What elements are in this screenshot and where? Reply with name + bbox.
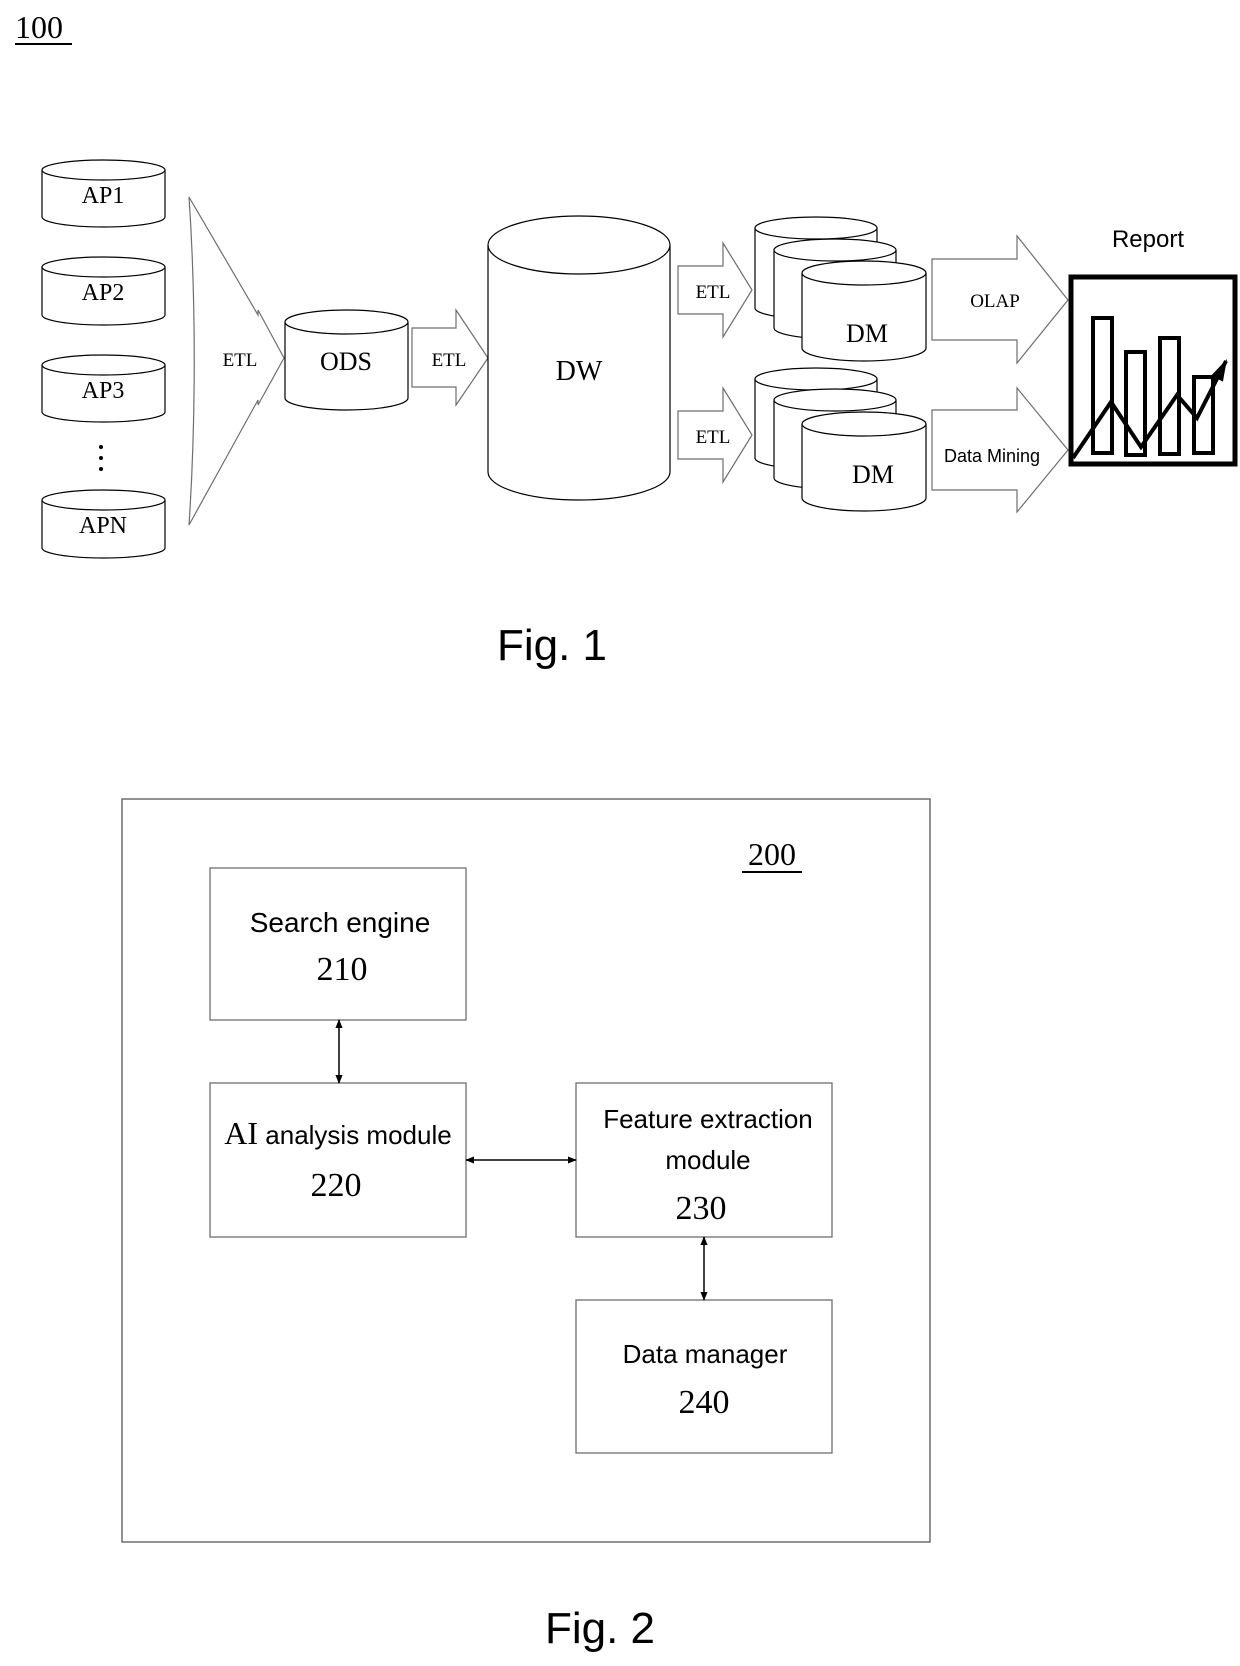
source-label: APN xyxy=(79,513,127,539)
module-number: 230 xyxy=(676,1190,727,1227)
module-name-line-1: Feature extraction xyxy=(603,1104,813,1134)
figure-1-caption: Fig. 1 xyxy=(497,621,607,670)
module-number: 220 xyxy=(311,1167,362,1204)
figure-1-reference-number: 100 xyxy=(15,9,63,45)
etl-label: ETL xyxy=(696,282,731,303)
module-name: AI analysis module xyxy=(224,1115,451,1151)
source-label: AP2 xyxy=(82,280,125,306)
source-label: AP3 xyxy=(82,378,125,404)
etl-arrow-dw-to-dm-bottom: ETL xyxy=(677,385,753,485)
data-mining-label: Data Mining xyxy=(944,446,1040,466)
report: Report xyxy=(1068,226,1238,467)
ods-label: ODS xyxy=(320,347,372,376)
etl-label: ETL xyxy=(432,350,467,371)
olap-arrow: OLAP xyxy=(931,234,1069,365)
source-label: AP1 xyxy=(82,183,125,209)
module-name: Data manager xyxy=(623,1339,788,1369)
etl-label: ETL xyxy=(696,427,731,448)
feature-extraction-module: Feature extraction module 230 xyxy=(575,1082,833,1238)
figure-2-reference-number: 200 xyxy=(748,836,796,872)
module-number: 240 xyxy=(679,1384,730,1421)
patent-drawing-sheet: 100 AP1 AP2 AP3 APN ETL ODS ETL DW ETL E… xyxy=(15,9,1238,1653)
dm-label: DM xyxy=(852,460,894,489)
module-name-line-2: module xyxy=(665,1145,750,1175)
data-warehouse: DW xyxy=(487,215,671,501)
dw-label: DW xyxy=(556,356,603,387)
search-engine-module: Search engine 210 xyxy=(209,867,467,1021)
etl-label: ETL xyxy=(223,350,258,371)
source-database-ap1: AP1 xyxy=(41,159,166,228)
bar-chart-with-trend-arrow-icon xyxy=(1068,274,1238,467)
olap-label: OLAP xyxy=(970,291,1020,312)
ods-database: ODS xyxy=(284,309,409,411)
figure-1: 100 AP1 AP2 AP3 APN ETL ODS ETL DW ETL E… xyxy=(15,9,1238,670)
etl-funnel-arrow: ETL xyxy=(188,196,285,526)
source-database-ap3: AP3 xyxy=(41,354,166,423)
data-mart-stack-top: DM xyxy=(754,216,927,362)
data-mart-stack-bottom: DM xyxy=(754,367,927,512)
figure-2: 200 Search engine 210 AI analysis module… xyxy=(121,798,931,1653)
source-database-apn: APN xyxy=(41,489,166,559)
module-name: Search engine xyxy=(250,907,431,938)
etl-arrow-dw-to-dm-top: ETL xyxy=(677,240,753,340)
source-database-ap2: AP2 xyxy=(41,256,166,326)
dm-label: DM xyxy=(846,319,888,348)
etl-arrow-ods-to-dw: ETL xyxy=(411,308,489,407)
figure-2-caption: Fig. 2 xyxy=(545,1604,655,1653)
ai-analysis-module: AI analysis module 220 xyxy=(209,1082,467,1238)
module-number: 210 xyxy=(317,951,368,988)
data-mining-arrow: Data Mining xyxy=(931,386,1069,514)
report-label: Report xyxy=(1112,226,1184,253)
ellipsis-more-sources xyxy=(99,445,103,471)
data-manager-module: Data manager 240 xyxy=(575,1299,833,1454)
